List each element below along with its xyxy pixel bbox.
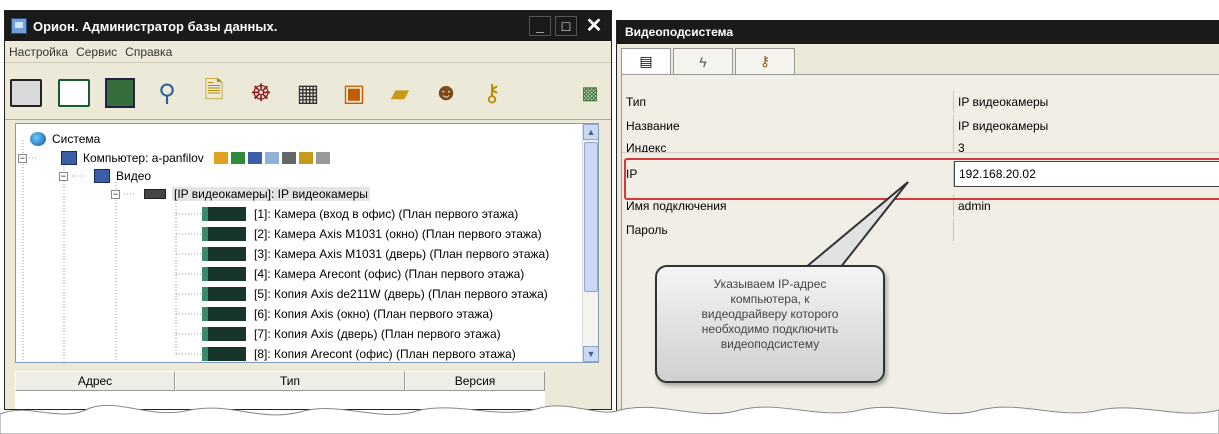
tree-label: [6]: Копия Axis (окно) (План первого эта… — [254, 307, 493, 321]
callout-line: компьютера, к — [730, 292, 810, 306]
property-row[interactable]: Название IP видеокамеры — [622, 115, 1219, 137]
column-version[interactable]: Версия — [405, 371, 545, 391]
collapse-icon[interactable]: − — [59, 171, 68, 181]
callout-line: Указываем IP-адрес — [713, 277, 827, 291]
camera-group-icon — [144, 189, 166, 199]
main-toolbar: ⚲ 🗎 ☸ ▦ ▣ ▰ ☻ ⚷ ▩ — [5, 64, 611, 120]
callout-line: видеодрайверу которого — [701, 307, 839, 321]
close-button[interactable]: ✕ — [581, 16, 607, 36]
column-type[interactable]: Тип — [175, 371, 405, 391]
callout-note: Указываем IP-адрес компьютера, к видеодр… — [655, 265, 885, 383]
callout-line: необходимо подключить — [701, 322, 839, 336]
property-value[interactable]: IP видеокамеры — [954, 91, 1219, 113]
document-icon[interactable]: 🗎 — [197, 76, 231, 110]
scroll-up-icon[interactable]: ▲ — [583, 124, 598, 140]
users-key-icon[interactable]: ⚷ — [735, 48, 795, 74]
menubar: Настройка Сервис Справка — [5, 41, 611, 63]
tree-label: [2]: Камера Axis M1031 (окно) (План перв… — [254, 227, 542, 241]
tree-item-system[interactable]: Система — [30, 130, 100, 148]
schedule-icon[interactable]: ▦ — [291, 76, 325, 110]
database-admin-window: Орион. Администратор базы данных. _ □ ✕ … — [4, 10, 612, 410]
computer-icon[interactable] — [103, 76, 137, 110]
tree-item-camera[interactable]: [6]: Копия Axis (окно) (План первого эта… — [202, 305, 493, 323]
tree-label: [3]: Камера Axis M1031 (дверь) (План пер… — [254, 247, 550, 261]
tree-item-camera[interactable]: [8]: Копия Arecont (офис) (План первого … — [202, 345, 516, 362]
property-value[interactable] — [954, 219, 1219, 241]
left-window-title: Орион. Администратор базы данных. — [33, 18, 278, 34]
tree-label-selected: [IP видеокамеры]: IP видеокамеры — [172, 187, 370, 201]
camera-icon — [202, 207, 246, 221]
property-row[interactable]: Индекс 3 — [622, 137, 1219, 153]
tree-item-camera[interactable]: [1]: Камера (вход в офис) (План первого … — [202, 205, 518, 223]
folder-icon[interactable]: ▰ — [383, 76, 417, 110]
tree-label: [1]: Камера (вход в офис) (План первого … — [254, 207, 519, 221]
tree-item-computer[interactable]: − Компьютер: a-panfilov — [18, 149, 330, 167]
grid-icon[interactable] — [57, 76, 91, 110]
tree-scrollbar[interactable]: ▲ ▼ — [582, 124, 598, 362]
key-icon[interactable]: ⚷ — [475, 76, 509, 110]
maximize-button[interactable]: □ — [555, 16, 577, 36]
lightning-icon[interactable]: ϟ — [673, 48, 733, 74]
property-value[interactable]: 3 — [954, 137, 1219, 152]
report-icon[interactable]: ▣ — [337, 76, 371, 110]
camera-icon — [202, 347, 246, 361]
computer-status-icons — [213, 152, 330, 164]
globe-icon — [30, 132, 46, 146]
computer-icon — [61, 151, 77, 165]
system-tree: Система − Компьютер: a-panfilov − Видео … — [15, 123, 599, 363]
minimize-button[interactable]: _ — [529, 16, 551, 36]
tree-label: [7]: Копия Axis (дверь) (План первого эт… — [254, 327, 501, 341]
scroll-thumb[interactable] — [584, 142, 598, 292]
camera-icon — [202, 287, 246, 301]
property-row[interactable]: Пароль — [622, 219, 1219, 241]
left-titlebar: Орион. Администратор базы данных. _ □ ✕ — [5, 11, 611, 41]
torn-edge — [0, 404, 1219, 434]
tree-label: [4]: Камера Arecont (офис) (План первого… — [254, 267, 525, 281]
collapse-icon[interactable]: − — [111, 189, 120, 199]
property-row[interactable]: Тип IP видеокамеры — [622, 91, 1219, 113]
tree-item-camera[interactable]: [7]: Копия Axis (дверь) (План первого эт… — [202, 325, 501, 343]
tree-label: [5]: Копия Axis de211W (дверь) (План пер… — [254, 287, 548, 301]
tree-label: Видео — [116, 169, 152, 183]
property-key: Тип — [622, 91, 954, 113]
menu-service[interactable]: Сервис — [76, 45, 117, 59]
camera-icon — [202, 307, 246, 321]
right-titlebar: Видеоподсистема — [617, 20, 1219, 44]
right-window-title: Видеоподсистема — [625, 25, 734, 39]
tree-item-camera[interactable]: [2]: Камера Axis M1031 (окно) (План перв… — [202, 225, 542, 243]
scroll-down-icon[interactable]: ▼ — [583, 346, 598, 362]
property-tabs: ▤ ϟ ⚷ — [621, 48, 797, 74]
tree-label: Система — [52, 132, 101, 146]
antenna-icon[interactable]: ⚲ — [150, 76, 184, 110]
tree-item-camera[interactable]: [4]: Камера Arecont (офис) (План первого… — [202, 265, 524, 283]
camera-icon — [202, 227, 246, 241]
collapse-icon[interactable]: − — [18, 153, 27, 163]
tree-label: [8]: Копия Arecont (офис) (План первого … — [254, 347, 516, 361]
tree-item-ip-cameras[interactable]: − [IP видеокамеры]: IP видеокамеры — [111, 185, 370, 203]
ip-row-highlight — [624, 158, 1219, 200]
wheel-icon[interactable]: ☸ — [244, 76, 278, 110]
device-table-header: Адрес Тип Версия — [15, 371, 545, 391]
users-icon[interactable]: ☻ — [429, 76, 463, 110]
property-key: Название — [622, 115, 954, 137]
tree-label: Компьютер: a-panfilov — [83, 151, 204, 165]
tree-item-video[interactable]: − Видео — [59, 167, 151, 185]
tree-item-camera[interactable]: [3]: Камера Axis M1031 (дверь) (План пер… — [202, 245, 549, 263]
camera-icon — [202, 247, 246, 261]
camera-icon — [202, 267, 246, 281]
column-address[interactable]: Адрес — [15, 371, 175, 391]
property-key: Индекс — [622, 137, 954, 152]
tree-item-camera[interactable]: [5]: Копия Axis de211W (дверь) (План пер… — [202, 285, 548, 303]
database-icon[interactable] — [9, 76, 43, 110]
monitor-icon — [94, 169, 110, 183]
property-key: Пароль — [622, 219, 954, 241]
menu-settings[interactable]: Настройка — [9, 45, 68, 59]
grid-icon[interactable]: ▤ — [621, 48, 671, 74]
property-value[interactable]: IP видеокамеры — [954, 115, 1219, 137]
exit-icon[interactable]: ▩ — [573, 76, 607, 110]
camera-icon — [202, 327, 246, 341]
app-icon — [11, 18, 27, 34]
callout-line: видеоподсистему — [720, 337, 820, 351]
menu-help[interactable]: Справка — [125, 45, 172, 59]
